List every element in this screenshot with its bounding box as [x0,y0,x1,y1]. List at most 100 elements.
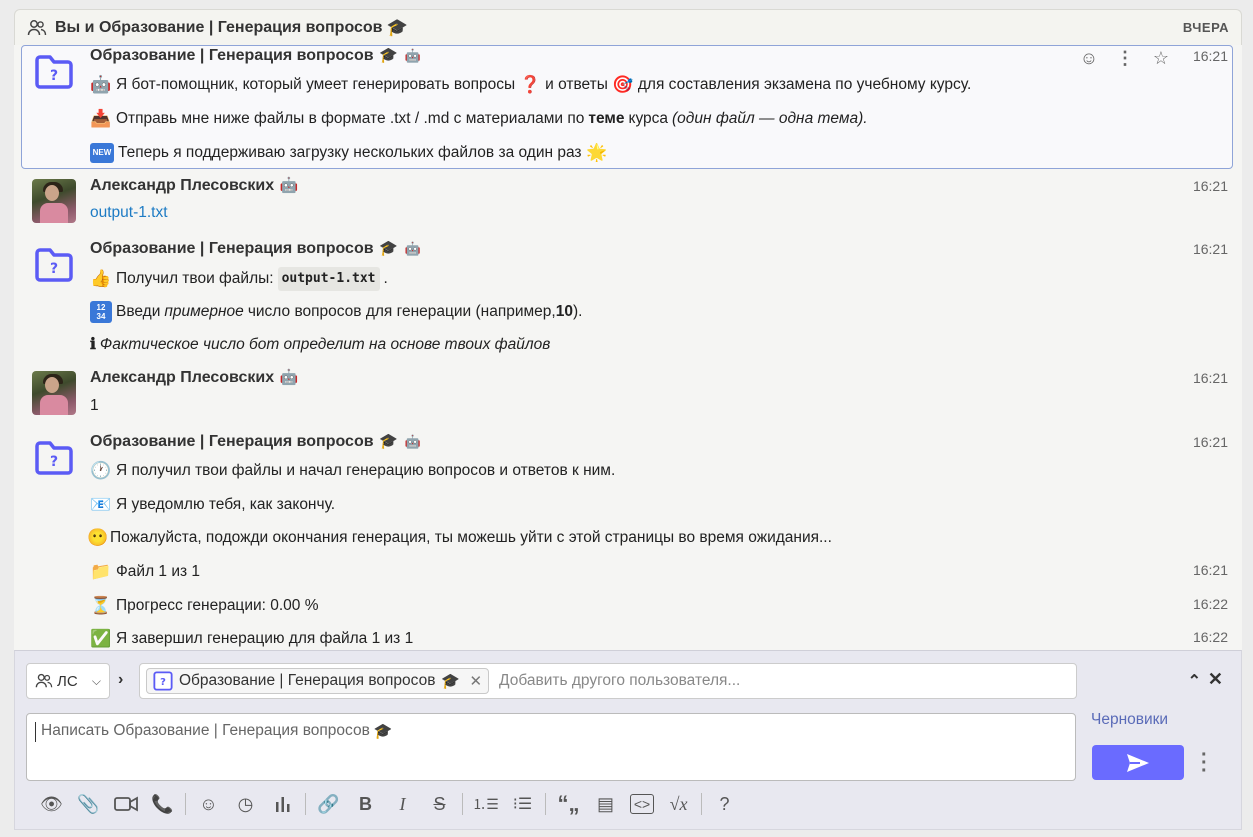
message[interactable]: ? Образование | Генерация вопросов 🎓 🤖 1… [14,431,1242,650]
bot-avatar-icon[interactable]: ? [32,50,76,94]
message-text: 1 [90,397,99,414]
message[interactable]: Александр Плесовских 🤖 16:21 output-1.tx… [14,175,1242,231]
waiting-face-icon: 😶 [87,528,109,547]
sender-name[interactable]: Образование | Генерация вопросов [90,45,374,67]
svg-text:?: ? [50,68,58,84]
spoiler-icon[interactable]: ▤ [587,791,624,817]
message-time: 16:21 [1192,48,1228,64]
collapse-icon[interactable]: ⌃ [1188,671,1201,691]
message-line: 👍 Получил твои файлы: output-1.txt. [90,267,388,291]
message-time: 16:21 [1192,370,1228,386]
bot-badge-icon: 🤖 [404,48,421,63]
bot-badge-icon: 🤖 [404,434,421,449]
toolbar-divider [545,793,546,815]
more-actions-icon[interactable]: ⋮ [1114,47,1136,69]
video-call-icon[interactable] [107,791,144,817]
italic-icon[interactable]: I [384,791,421,817]
help-icon[interactable]: ? [706,791,743,817]
svg-text:?: ? [160,677,166,688]
users-icon [35,673,53,688]
graduation-cap-icon: 🎓 [379,240,398,257]
code-block-icon[interactable]: <> [630,794,654,814]
message-type-label: ЛС [57,672,78,690]
message-line: 📥 Отправь мне ниже файлы в формате .txt … [90,109,868,128]
svg-text:?: ? [50,454,58,470]
emoji-reaction-icon[interactable]: ☺ [1078,47,1100,69]
question-mark-icon: ❓ [519,75,541,94]
graduation-cap-icon: 🎓 [441,673,460,690]
sender-name[interactable]: Александр Плесовских [90,367,274,389]
poll-chart-icon[interactable] [264,791,301,817]
bot-badge-icon: 🤖 [404,241,421,256]
graduation-cap-icon: 🎓 [373,723,393,740]
message-input[interactable]: Написать Образование | Генерация вопросо… [26,713,1076,781]
toolbar-divider [185,793,186,815]
attached-file-link[interactable]: output-1.txt [90,204,168,222]
conversation-title[interactable]: Вы и Образование | Генерация вопросов [55,19,383,37]
message-time: 16:21 [1192,241,1228,257]
message-line: NEW Теперь я поддерживаю загрузку нескол… [90,142,608,164]
check-mark-icon: ✅ [90,629,112,648]
toolbar-divider [305,793,306,815]
remove-recipient-icon[interactable]: ✕ [469,672,482,690]
text-caret [35,722,36,742]
message-time: 16:22 [1192,629,1228,645]
graduation-cap-icon: 🎓 [386,17,409,37]
message-line: 📧 Я уведомлю тебя, как закончу. [90,495,336,514]
emoji-picker-icon[interactable]: ☺ [190,791,227,817]
link-icon[interactable]: 🔗 [310,791,347,817]
message[interactable]: ? Образование | Генерация вопросов 🎓 🤖 1… [14,238,1242,358]
voice-call-icon[interactable]: 📞 [144,791,181,817]
recipient-input[interactable]: ? Образование | Генерация вопросов 🎓 ✕ Д… [139,663,1077,699]
quote-icon[interactable]: “„ [550,791,587,817]
robot-icon: 🤖 [279,369,299,386]
message-line: 📁 Файл 1 из 1 [90,562,201,581]
attach-paperclip-icon[interactable]: 📎 [70,791,107,817]
robot-icon: 🤖 [279,177,299,194]
bot-avatar-icon[interactable]: ? [32,243,76,287]
bot-avatar-icon[interactable]: ? [32,436,76,480]
bullet-list-icon[interactable]: ⁝☰ [504,791,541,817]
add-user-placeholder: Добавить другого пользователя... [499,672,741,689]
sender-name[interactable]: Александр Плесовских [90,175,274,197]
drafts-link[interactable]: Черновики [1091,711,1168,729]
schedule-clock-icon[interactable]: ◷ [227,791,264,817]
message-type-dropdown[interactable]: ЛС ⌵ [26,663,110,699]
robot-icon: 🤖 [90,75,112,94]
graduation-cap-icon: 🎓 [379,433,398,450]
conversation-header: Вы и Образование | Генерация вопросов 🎓 … [14,9,1242,45]
message-feed[interactable]: ? Образование | Генерация вопросов 🎓 🤖 ☺… [14,45,1242,650]
star-icon[interactable]: ☆ [1150,47,1172,69]
bold-icon[interactable]: B [347,791,384,817]
message-placeholder: Написать Образование | Генерация вопросо… [41,722,370,739]
message-actions: ☺ ⋮ ☆ [1078,47,1172,69]
close-icon[interactable]: ✕ [1208,669,1223,690]
numbered-list-icon[interactable]: ⒈☰ [467,791,504,817]
user-avatar[interactable] [32,371,76,415]
hourglass-icon: ⏳ [90,596,112,615]
date-divider-label: ВЧЕРА [1182,20,1229,35]
sender-name[interactable]: Образование | Генерация вопросов [90,431,374,453]
message-line: 12 34 Введи примерное число вопросов для … [90,301,582,323]
new-badge-icon: NEW [90,143,114,163]
recipient-name: Образование | Генерация вопросов [179,672,436,689]
recipient-pill[interactable]: ? Образование | Генерация вопросов 🎓 ✕ [146,668,490,694]
send-options-icon[interactable]: · · · [1201,745,1208,781]
message-line: ℹ Фактическое число бот определит на осн… [90,336,551,353]
send-icon [1127,753,1149,772]
message[interactable]: ? Образование | Генерация вопросов 🎓 🤖 ☺… [14,45,1242,169]
user-avatar[interactable] [32,179,76,223]
thumbs-up-icon: 👍 [90,269,112,288]
send-button[interactable] [1092,745,1184,780]
math-formula-icon[interactable]: √x [660,791,697,817]
message[interactable]: Александр Плесовских 🤖 16:21 1 [14,367,1242,423]
preview-eye-icon[interactable]: 👁 [33,791,70,817]
target-icon: 🎯 [612,75,634,94]
info-icon: ℹ [90,336,96,353]
message-time: 16:22 [1192,596,1228,612]
sender-name[interactable]: Образование | Генерация вопросов [90,238,374,260]
strikethrough-icon[interactable]: S [421,791,458,817]
svg-text:?: ? [50,261,58,277]
folder-icon: 📁 [90,562,112,581]
bot-avatar-icon: ? [153,671,173,691]
